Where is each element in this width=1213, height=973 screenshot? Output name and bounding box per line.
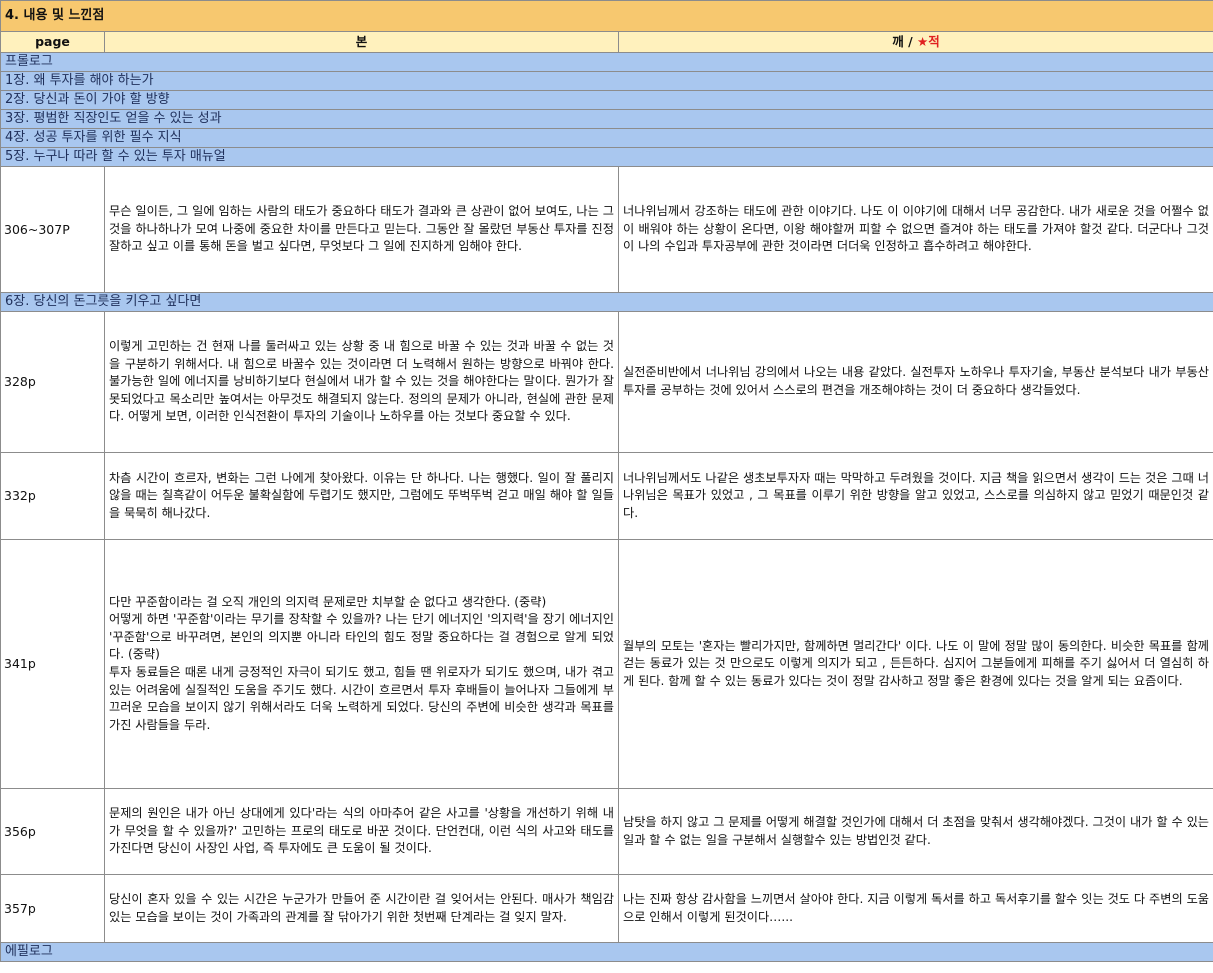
reflection-note: 너나위님께서 강조하는 태도에 관한 이야기다. 나도 이 이야기에 대해서 너… [618, 166, 1213, 293]
chapter-row: 4장. 성공 투자를 위한 필수 지식 [0, 128, 1213, 148]
chapter-3: 3장. 평범한 직장인도 얻을 수 있는 성과 [0, 109, 1213, 129]
page-number: 341p [0, 539, 105, 789]
chapter-prologue: 프롤로그 [0, 52, 1213, 72]
header-note-suffix: 적 [928, 34, 940, 50]
table-row: 328p 이렇게 고민하는 건 현재 나를 둘러싸고 있는 상황 중 내 힘으로… [0, 311, 1213, 453]
header-row: page 본 깨 / ★적 [0, 31, 1213, 53]
table-row: 341p 다만 꾸준함이라는 걸 오직 개인의 의지력 문제로만 치부할 순 없… [0, 539, 1213, 789]
chapter-row: 3장. 평범한 직장인도 얻을 수 있는 성과 [0, 109, 1213, 129]
book-excerpt: 무슨 일이든, 그 일에 임하는 사람의 태도가 중요하다 태도가 결과와 큰 … [104, 166, 619, 293]
book-excerpt: 이렇게 고민하는 건 현재 나를 둘러싸고 있는 상황 중 내 힘으로 바꿀 수… [104, 311, 619, 453]
page-number: 328p [0, 311, 105, 453]
chapter-row: 6장. 당신의 돈그릇을 키우고 싶다면 [0, 292, 1213, 312]
page-number: 306~307P [0, 166, 105, 293]
header-note: 깨 / ★적 [618, 31, 1213, 53]
chapter-row: 프롤로그 [0, 52, 1213, 72]
chapter-6: 6장. 당신의 돈그릇을 키우고 싶다면 [0, 292, 1213, 312]
star-icon: ★ [917, 34, 929, 50]
reflection-note: 남탓을 하지 않고 그 문제를 어떻게 해결할 것인가에 대해서 더 초점을 맞… [618, 788, 1213, 875]
reading-notes-table: 4. 내용 및 느낀점 page 본 깨 / ★적 프롤로그 1장. 왜 투자를… [0, 0, 1213, 962]
reflection-note: 너나위님께서도 나같은 생초보투자자 때는 막막하고 두려웠을 것이다. 지금 … [618, 452, 1213, 540]
excerpt-paragraph: 어떻게 하면 '꾸준함'이라는 무기를 장착할 수 있을까? 나는 단기 에너지… [109, 612, 614, 662]
page-number: 332p [0, 452, 105, 540]
book-excerpt: 다만 꾸준함이라는 걸 오직 개인의 의지력 문제로만 치부할 순 없다고 생각… [104, 539, 619, 789]
header-main: 본 [104, 31, 619, 53]
excerpt-paragraph: 다만 꾸준함이라는 걸 오직 개인의 의지력 문제로만 치부할 순 없다고 생각… [109, 594, 547, 609]
book-excerpt: 문제의 원인은 내가 아닌 상대에게 있다'라는 식의 아마추어 같은 사고를 … [104, 788, 619, 875]
page-number: 357p [0, 874, 105, 943]
table-row: 306~307P 무슨 일이든, 그 일에 임하는 사람의 태도가 중요하다 태… [0, 166, 1213, 293]
chapter-row: 2장. 당신과 돈이 가야 할 방향 [0, 90, 1213, 110]
reflection-note: 나는 진짜 항상 감사함을 느끼면서 살아야 한다. 지금 이렇게 독서를 하고… [618, 874, 1213, 943]
chapter-row: 1장. 왜 투자를 해야 하는가 [0, 71, 1213, 91]
book-excerpt: 차츰 시간이 흐르자, 변화는 그런 나에게 찾아왔다. 이유는 단 하나다. … [104, 452, 619, 540]
header-page: page [0, 31, 105, 53]
header-note-prefix: 깨 / [892, 34, 918, 50]
table-row: 356p 문제의 원인은 내가 아닌 상대에게 있다'라는 식의 아마추어 같은… [0, 788, 1213, 875]
chapter-1: 1장. 왜 투자를 해야 하는가 [0, 71, 1213, 91]
table-row: 332p 차츰 시간이 흐르자, 변화는 그런 나에게 찾아왔다. 이유는 단 … [0, 452, 1213, 540]
chapter-5: 5장. 누구나 따라 할 수 있는 투자 매뉴얼 [0, 147, 1213, 167]
chapter-row: 5장. 누구나 따라 할 수 있는 투자 매뉴얼 [0, 147, 1213, 167]
reflection-note: 실전준비반에서 너나위님 강의에서 나오는 내용 같았다. 실전투자 노하우나 … [618, 311, 1213, 453]
section-title-row: 4. 내용 및 느낀점 [0, 0, 1213, 32]
chapter-2: 2장. 당신과 돈이 가야 할 방향 [0, 90, 1213, 110]
table-row: 357p 당신이 혼자 있을 수 있는 시간은 누군가가 만들어 준 시간이란 … [0, 874, 1213, 943]
chapter-row: 에필로그 [0, 942, 1213, 962]
reflection-note: 월부의 모토는 '혼자는 빨리가지만, 함께하면 멀리간다' 이다. 나도 이 … [618, 539, 1213, 789]
excerpt-paragraph: 투자 동료들은 때론 내게 긍정적인 자극이 되기도 했고, 힘들 땐 위로자가… [109, 665, 614, 732]
section-title: 4. 내용 및 느낀점 [0, 0, 1213, 32]
chapter-epilogue: 에필로그 [0, 942, 1213, 962]
chapter-4: 4장. 성공 투자를 위한 필수 지식 [0, 128, 1213, 148]
book-excerpt: 당신이 혼자 있을 수 있는 시간은 누군가가 만들어 준 시간이란 걸 잊어서… [104, 874, 619, 943]
page-number: 356p [0, 788, 105, 875]
